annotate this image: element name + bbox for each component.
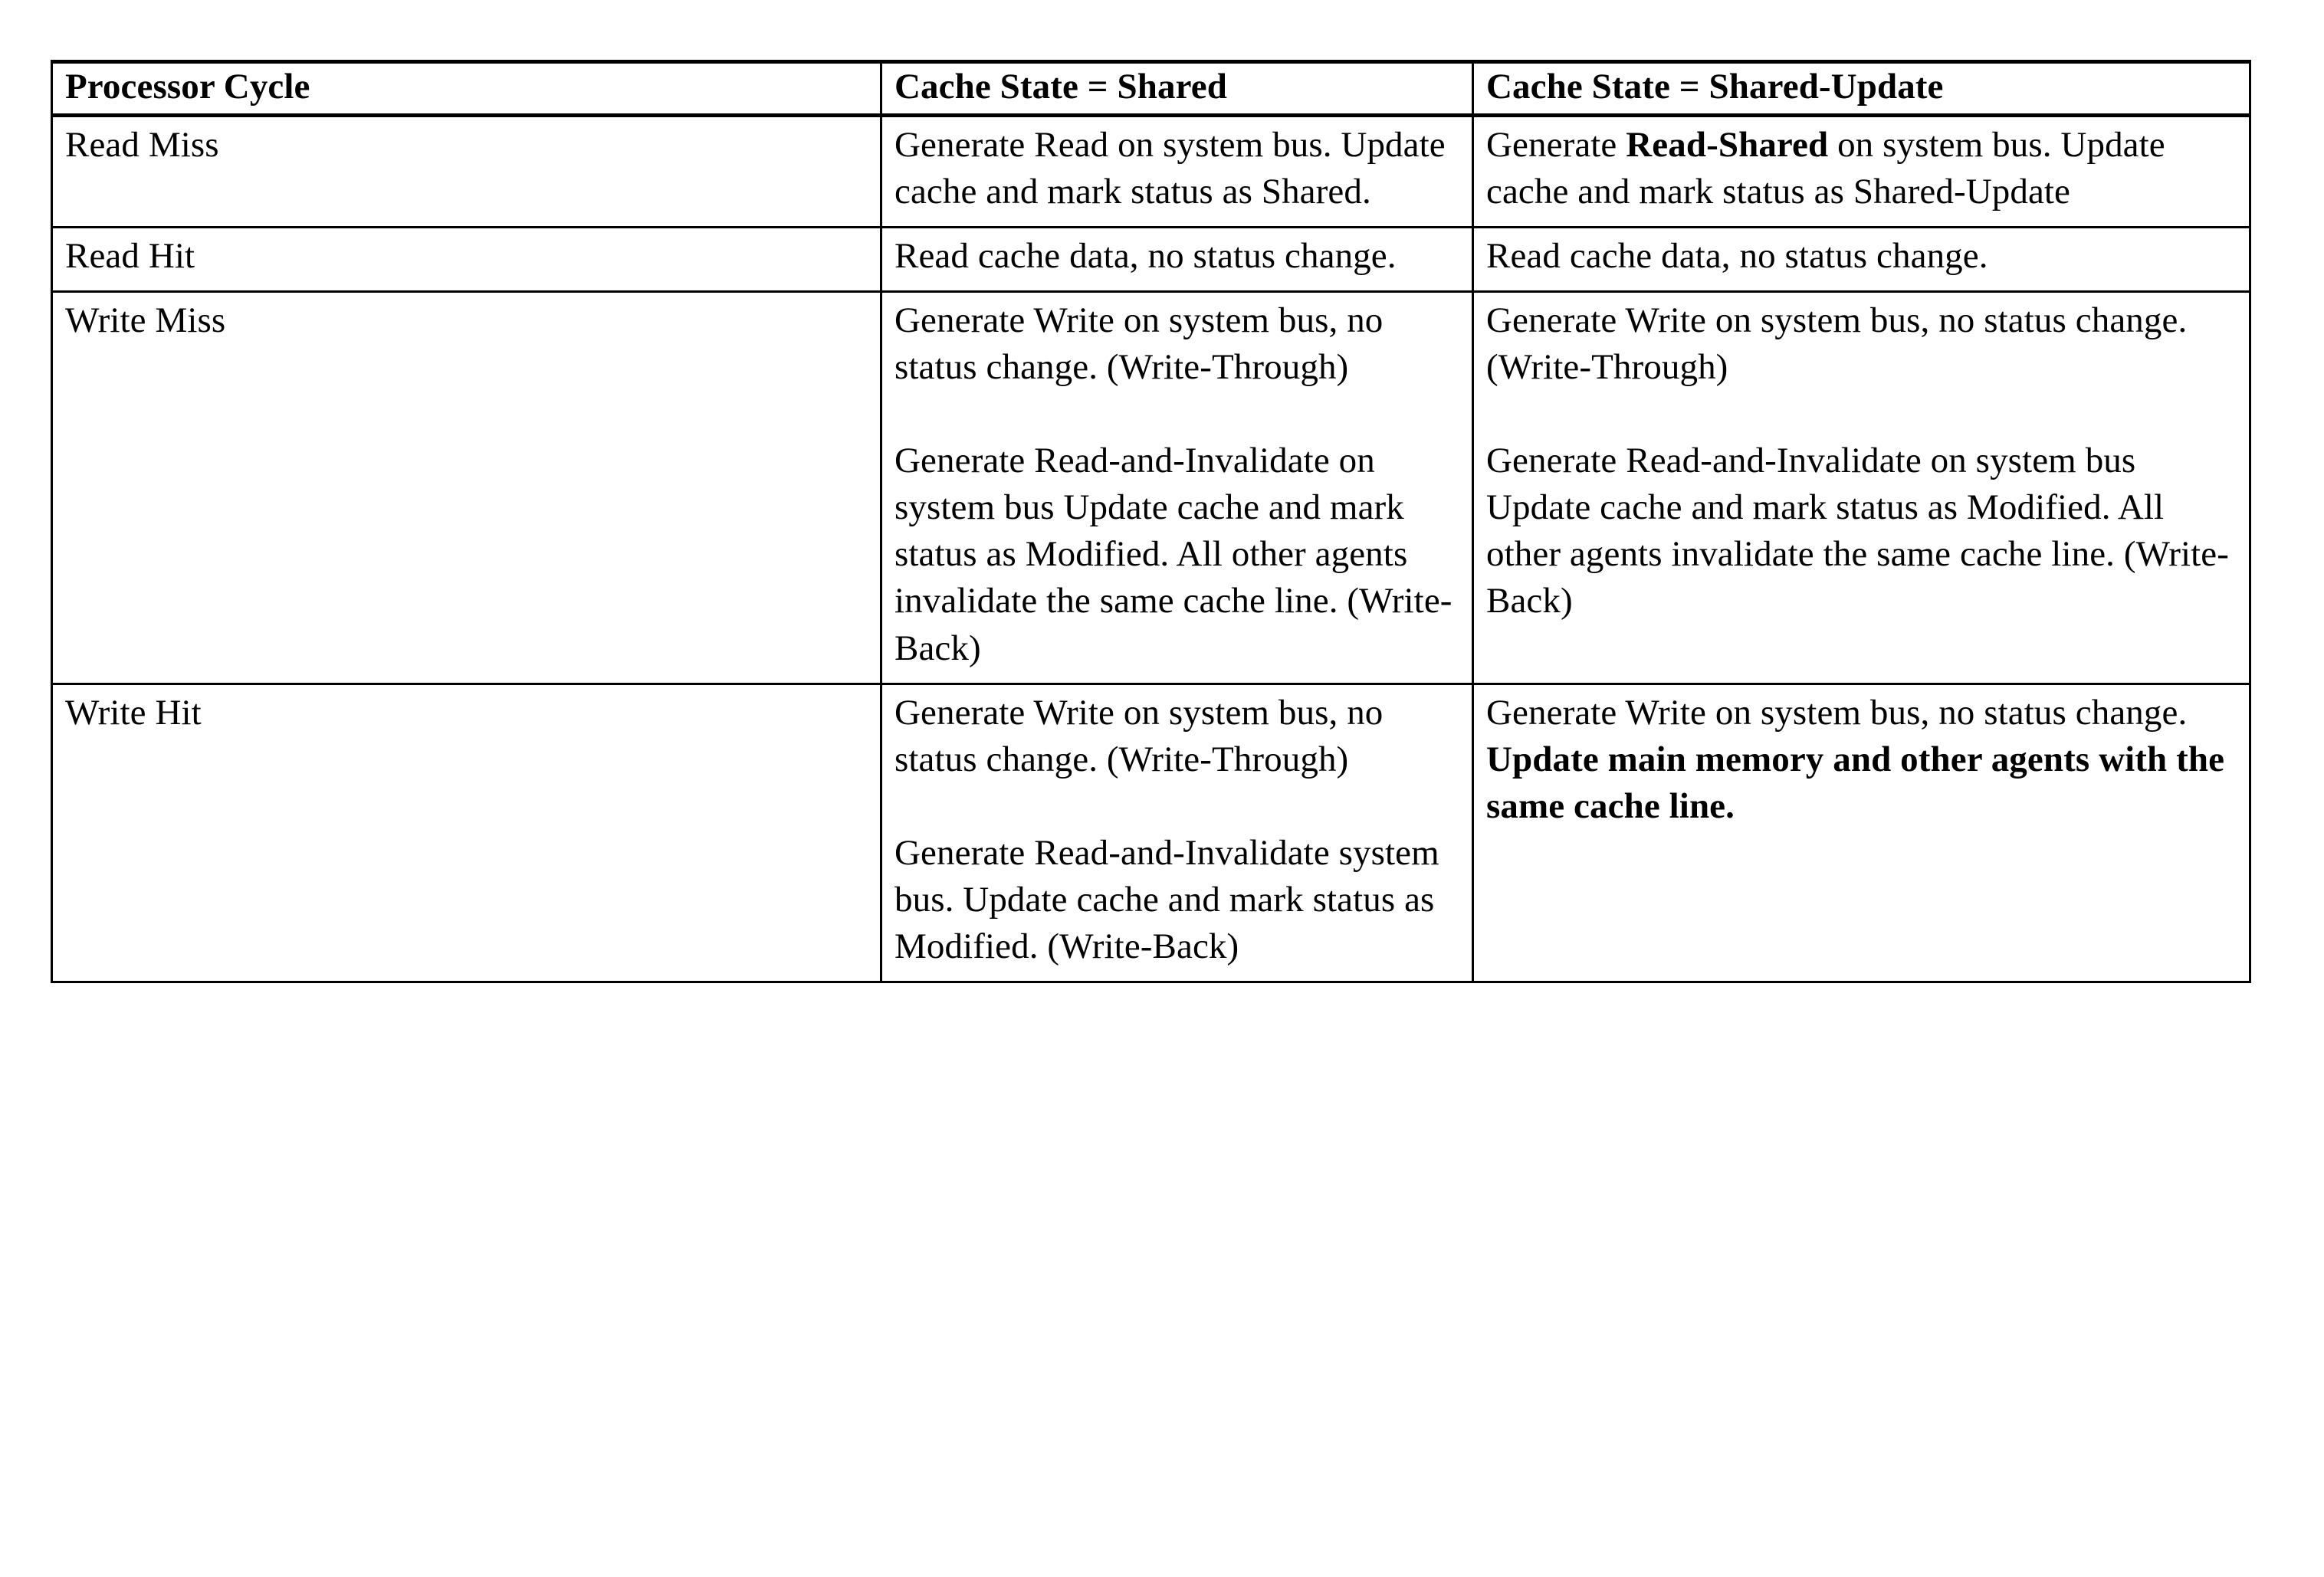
body-text: Read cache data, no status change. [1486, 235, 1988, 276]
row-label-processor-cycle: Write Hit [51, 682, 882, 984]
cell-cache-state-shared-update: Generate Write on system bus, no status … [1472, 682, 2251, 984]
cell-paragraph: Generate Write on system bus, no status … [894, 690, 1459, 783]
column-header-cache-state-shared-update: Cache State = Shared-Update [1472, 60, 2251, 117]
body-text: Generate Write on system bus, no status … [894, 692, 1384, 779]
row-label-text: Write Hit [65, 692, 202, 733]
cell-cache-state-shared: Generate Write on system bus, no status … [880, 290, 1474, 685]
cell-paragraph: Generate Read on system bus. Update cach… [894, 122, 1459, 215]
table-row: Read Hit Read cache data, no status chang… [51, 225, 2251, 293]
cell-cache-state-shared-update: Generate Write on system bus, no status … [1472, 290, 2251, 685]
body-text: Generate Read-and-Invalidate system bus.… [894, 832, 1439, 967]
cell-paragraph: Generate Write on system bus, no status … [1486, 297, 2237, 391]
cell-cache-state-shared-update: Generate Read-Shared on system bus. Upda… [1472, 113, 2251, 228]
body-text: Generate Write on system bus, no status … [1486, 300, 2188, 387]
table-header: Processor Cycle Cache State = Shared Cac… [51, 60, 2251, 117]
table-row: Write Hit Generate Write on system bus, n… [51, 682, 2251, 984]
cell-cache-state-shared-update: Read cache data, no status change. [1472, 225, 2251, 293]
body-text: Generate Write on system bus, no status … [1486, 692, 2188, 733]
cell-paragraph: Generate Write on system bus, no status … [1486, 690, 2237, 830]
cell-paragraph: Read cache data, no status change. [1486, 233, 2237, 280]
cell-paragraph: Generate Read-and-Invalidate system bus.… [894, 830, 1459, 970]
column-header-cache-state-shared: Cache State = Shared [880, 60, 1474, 117]
cell-cache-state-shared: Generate Read on system bus. Update cach… [880, 113, 1474, 228]
emphasis-text: Update main memory and other agents with… [1486, 739, 2225, 826]
row-label-text: Write Miss [65, 300, 226, 340]
body-text: Generate Read-and-Invalidate on system b… [1486, 441, 2229, 621]
table-row: Write Miss Generate Write on system bus, … [51, 290, 2251, 685]
body-text: Generate Read on system bus. Update cach… [894, 124, 1446, 211]
table-body: Read Miss Generate Read on system bus. Up… [51, 113, 2251, 984]
body-text: Read cache data, no status change. [894, 235, 1397, 276]
table-header-row: Processor Cycle Cache State = Shared Cac… [51, 60, 2251, 117]
cell-paragraph: Generate Read-Shared on system bus. Upda… [1486, 122, 2237, 215]
body-text: Generate [1486, 124, 1626, 165]
cell-cache-state-shared: Generate Write on system bus, no status … [880, 682, 1474, 984]
document-page: Processor Cycle Cache State = Shared Cac… [0, 0, 2324, 1577]
row-label-processor-cycle: Read Hit [51, 225, 882, 293]
row-label-text: Read Hit [65, 235, 195, 276]
column-header-processor-cycle: Processor Cycle [51, 60, 882, 117]
cache-protocol-table: Processor Cycle Cache State = Shared Cac… [51, 60, 2251, 984]
cell-paragraph: Read cache data, no status change. [894, 233, 1459, 280]
cell-cache-state-shared: Read cache data, no status change. [880, 225, 1474, 293]
body-text: Generate Read-and-Invalidate on system b… [894, 441, 1452, 668]
row-label-processor-cycle: Write Miss [51, 290, 882, 685]
row-label-text: Read Miss [65, 124, 219, 165]
emphasis-text: Read-Shared [1626, 124, 1829, 165]
cell-paragraph: Generate Read-and-Invalidate on system b… [894, 438, 1459, 671]
cell-paragraph: Generate Write on system bus, no status … [894, 297, 1459, 391]
cell-paragraph: Generate Read-and-Invalidate on system b… [1486, 438, 2237, 625]
row-label-processor-cycle: Read Miss [51, 113, 882, 228]
table-row: Read Miss Generate Read on system bus. Up… [51, 113, 2251, 228]
body-text: Generate Write on system bus, no status … [894, 300, 1384, 387]
